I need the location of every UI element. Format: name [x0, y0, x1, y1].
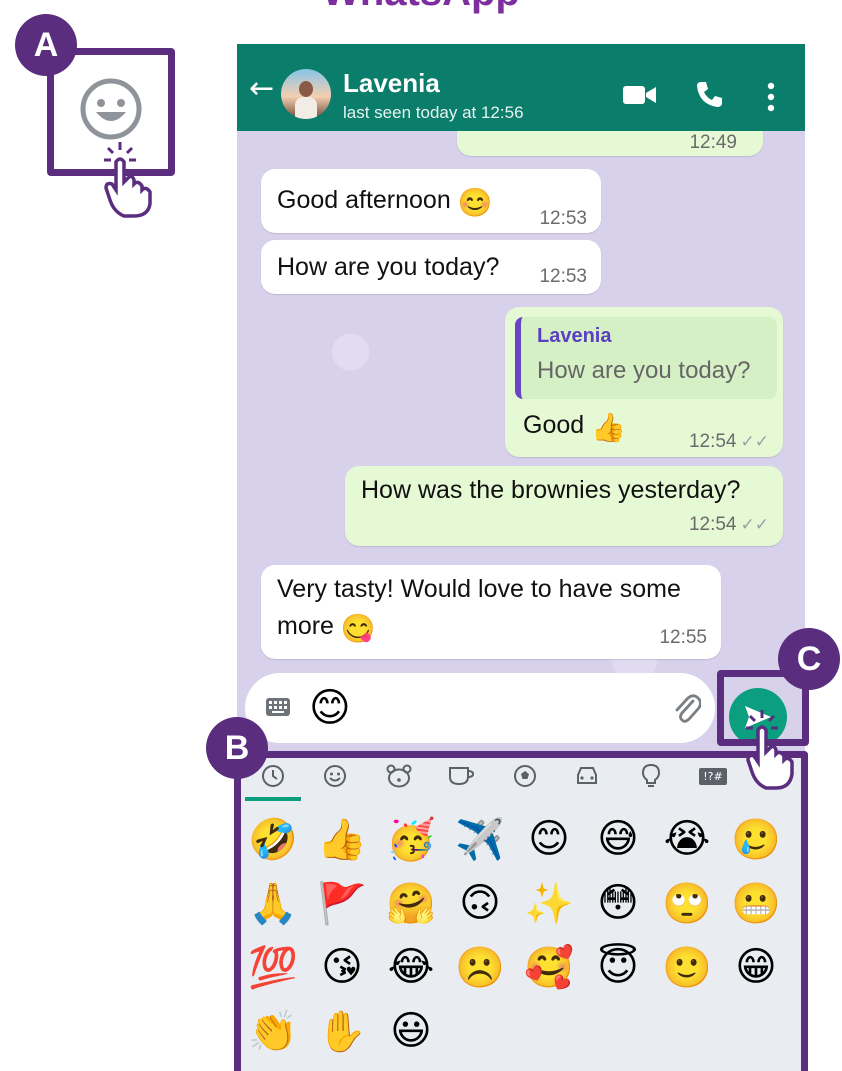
callout-b: B [206, 717, 268, 779]
message-incoming[interactable]: How are you today? 12:53 [261, 240, 601, 294]
double-check-icon: ✓✓ [740, 515, 770, 534]
message-time: 12:53 [539, 208, 587, 229]
callout-c: C [778, 628, 840, 690]
yum-emoji: 😋 [340, 613, 376, 644]
message-time: 12:55 [659, 627, 707, 648]
message-text: Very tasty! Would love to have some [277, 575, 681, 603]
message-text: How was the brownies yesterday? [361, 476, 741, 504]
smiley-icon [80, 78, 142, 140]
message-input[interactable]: 😊 [245, 673, 715, 743]
callout-a: A [15, 14, 77, 76]
quote-author: Lavenia [537, 325, 612, 347]
keyboard-icon[interactable] [265, 697, 291, 717]
double-check-icon: ✓✓ [740, 432, 770, 451]
message-text: more 😋 [277, 612, 376, 644]
quoted-message[interactable]: Lavenia How are you today? [515, 317, 777, 399]
tap-hand-icon-a [104, 142, 152, 218]
more-options-icon[interactable] [767, 82, 775, 112]
message-time: 12:53 [539, 266, 587, 287]
message-outgoing[interactable]: How was the brownies yesterday? 12:54 ✓✓ [345, 466, 783, 546]
video-call-icon[interactable] [623, 84, 657, 106]
message-incoming[interactable]: Very tasty! Would love to have some more… [261, 565, 721, 659]
back-arrow-icon[interactable]: ← [249, 74, 274, 104]
tap-hand-icon-c [746, 710, 794, 790]
contact-name[interactable]: Lavenia [343, 68, 440, 99]
message-text: Good 👍 [523, 411, 626, 443]
avatar[interactable] [281, 69, 331, 119]
message-time: 12:49 [689, 132, 737, 153]
thumbs-up-emoji: 👍 [591, 412, 626, 443]
contact-status: last seen today at 12:56 [343, 103, 524, 122]
message-incoming[interactable]: Good afternoon 😊 12:53 [261, 169, 601, 233]
message-text: How are you today? [277, 253, 500, 281]
quote-text: How are you today? [537, 357, 751, 384]
smile-emoji: 😊 [457, 187, 493, 218]
message-time: 12:54 ✓✓ [688, 431, 770, 452]
page-title: WhatsApp [0, 0, 842, 15]
message-time: 12:54 ✓✓ [688, 514, 770, 535]
paperclip-icon[interactable] [673, 693, 701, 725]
emoji-button-large[interactable] [78, 76, 144, 142]
message-outgoing-reply[interactable]: Lavenia How are you today? Good 👍 12:54 ✓… [505, 307, 783, 457]
message-text: Good afternoon 😊 [277, 186, 493, 218]
input-emoji: 😊 [309, 685, 351, 731]
keyboard-highlight [234, 751, 808, 1071]
chat-header: ← Lavenia last seen today at 12:56 [237, 44, 805, 131]
phone-call-icon[interactable] [695, 80, 723, 108]
